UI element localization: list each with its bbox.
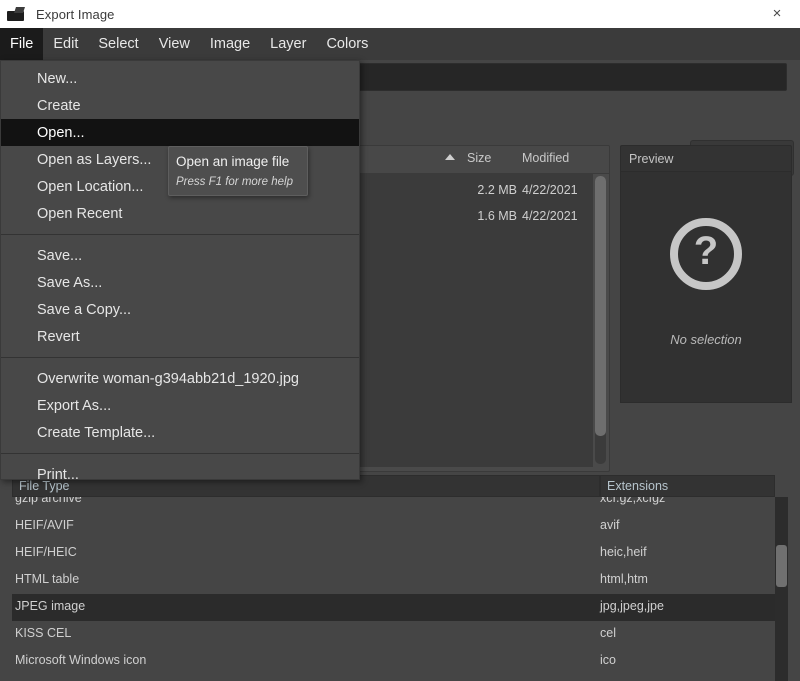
- menubar-item-view[interactable]: View: [149, 28, 200, 60]
- file-size: 2.2 MB: [461, 183, 517, 197]
- menu-separator: [1, 453, 359, 454]
- file-type-ext: ico: [600, 653, 616, 667]
- menu-item-revert[interactable]: Revert: [1, 323, 359, 350]
- file-type-ext: xcf.gz,xcfgz: [600, 497, 665, 505]
- menu-item-print[interactable]: Print...: [1, 461, 359, 488]
- column-header-size[interactable]: Size: [467, 151, 491, 165]
- question-mark-icon: ?: [670, 218, 742, 290]
- menubar-item-file[interactable]: File: [0, 28, 43, 60]
- file-type-ext: html,htm: [600, 572, 648, 586]
- scrollbar-thumb[interactable]: [776, 545, 787, 587]
- file-menu-dropdown: New... Create Open... Open as Layers... …: [0, 60, 360, 480]
- list-item[interactable]: HEIF/HEIC heic,heif: [12, 540, 775, 567]
- menubar-item-colors[interactable]: Colors: [316, 28, 378, 60]
- preview-label: Preview: [629, 152, 673, 166]
- list-item[interactable]: HTML table html,htm: [12, 567, 775, 594]
- file-type-ext: avif: [600, 518, 619, 532]
- tooltip: Open an image file Press F1 for more hel…: [168, 146, 308, 196]
- menu-item-create-template[interactable]: Create Template...: [1, 419, 359, 446]
- menubar-item-layer[interactable]: Layer: [260, 28, 316, 60]
- sort-ascending-icon[interactable]: [445, 154, 455, 160]
- file-type-ext: heic,heif: [600, 545, 647, 559]
- preview-panel: Preview ? No selection: [620, 145, 792, 403]
- menubar-item-image[interactable]: Image: [200, 28, 260, 60]
- tooltip-title: Open an image file: [176, 153, 300, 170]
- menubar-item-edit[interactable]: Edit: [43, 28, 88, 60]
- file-type-scrollbar[interactable]: [775, 497, 788, 681]
- file-modified: 4/22/2021: [522, 183, 578, 197]
- menu-item-open[interactable]: Open...: [1, 119, 359, 146]
- column-header-extensions-label: Extensions: [607, 479, 668, 493]
- file-type-list: gzip archive xcf.gz,xcfgz HEIF/AVIF avif…: [12, 497, 775, 681]
- preview-area: ? No selection: [620, 172, 792, 403]
- file-type-name: KISS CEL: [15, 626, 71, 640]
- scrollbar-thumb[interactable]: [595, 176, 606, 436]
- menu-separator: [1, 357, 359, 358]
- file-type-ext: cel: [600, 626, 616, 640]
- preview-header: Preview: [620, 145, 792, 172]
- menu-item-new[interactable]: New...: [1, 65, 359, 92]
- menu-item-save-a-copy[interactable]: Save a Copy...: [1, 296, 359, 323]
- window-titlebar: Export Image ×: [0, 0, 800, 29]
- file-size: 1.6 MB: [461, 209, 517, 223]
- list-item[interactable]: MNG animation mng: [12, 675, 775, 681]
- filename-input[interactable]: [358, 63, 787, 91]
- column-header-extensions[interactable]: Extensions: [600, 475, 775, 497]
- tooltip-subtitle: Press F1 for more help: [176, 176, 300, 188]
- menubar-item-select[interactable]: Select: [88, 28, 148, 60]
- menu-item-open-recent[interactable]: Open Recent: [1, 200, 359, 227]
- menu-item-save[interactable]: Save...: [1, 242, 359, 269]
- menu-item-overwrite[interactable]: Overwrite woman-g394abb21d_1920.jpg: [1, 365, 359, 392]
- list-item-selected[interactable]: JPEG image jpg,jpeg,jpe: [12, 594, 775, 621]
- file-browser-scrollbar[interactable]: [595, 176, 606, 464]
- file-type-ext: jpg,jpeg,jpe: [600, 599, 664, 613]
- column-header-modified[interactable]: Modified: [522, 151, 569, 165]
- window-title: Export Image: [36, 7, 115, 22]
- list-item[interactable]: KISS CEL cel: [12, 621, 775, 648]
- file-type-name: Microsoft Windows icon: [15, 653, 146, 667]
- file-type-panel: File Type Extensions gzip archive xcf.gz…: [12, 475, 788, 681]
- menubar: File Edit Select View Image Layer Colors: [0, 28, 800, 60]
- menu-item-create[interactable]: Create: [1, 92, 359, 119]
- file-type-name: gzip archive: [15, 497, 82, 505]
- gimp-window-icon: [6, 6, 28, 22]
- file-type-name: JPEG image: [15, 599, 85, 613]
- menu-item-export-as[interactable]: Export As...: [1, 392, 359, 419]
- file-type-name: HEIF/HEIC: [15, 545, 77, 559]
- list-item[interactable]: gzip archive xcf.gz,xcfgz: [12, 497, 775, 513]
- list-item[interactable]: Microsoft Windows icon ico: [12, 648, 775, 675]
- file-type-name: HTML table: [15, 572, 79, 586]
- menu-separator: [1, 234, 359, 235]
- close-icon[interactable]: ×: [754, 0, 800, 27]
- menu-item-save-as[interactable]: Save As...: [1, 269, 359, 296]
- preview-empty-text: No selection: [621, 332, 791, 347]
- file-type-name: HEIF/AVIF: [15, 518, 74, 532]
- export-image-dialog: Export Image × File Edit Select View Ima…: [0, 0, 800, 681]
- file-modified: 4/22/2021: [522, 209, 578, 223]
- list-item[interactable]: HEIF/AVIF avif: [12, 513, 775, 540]
